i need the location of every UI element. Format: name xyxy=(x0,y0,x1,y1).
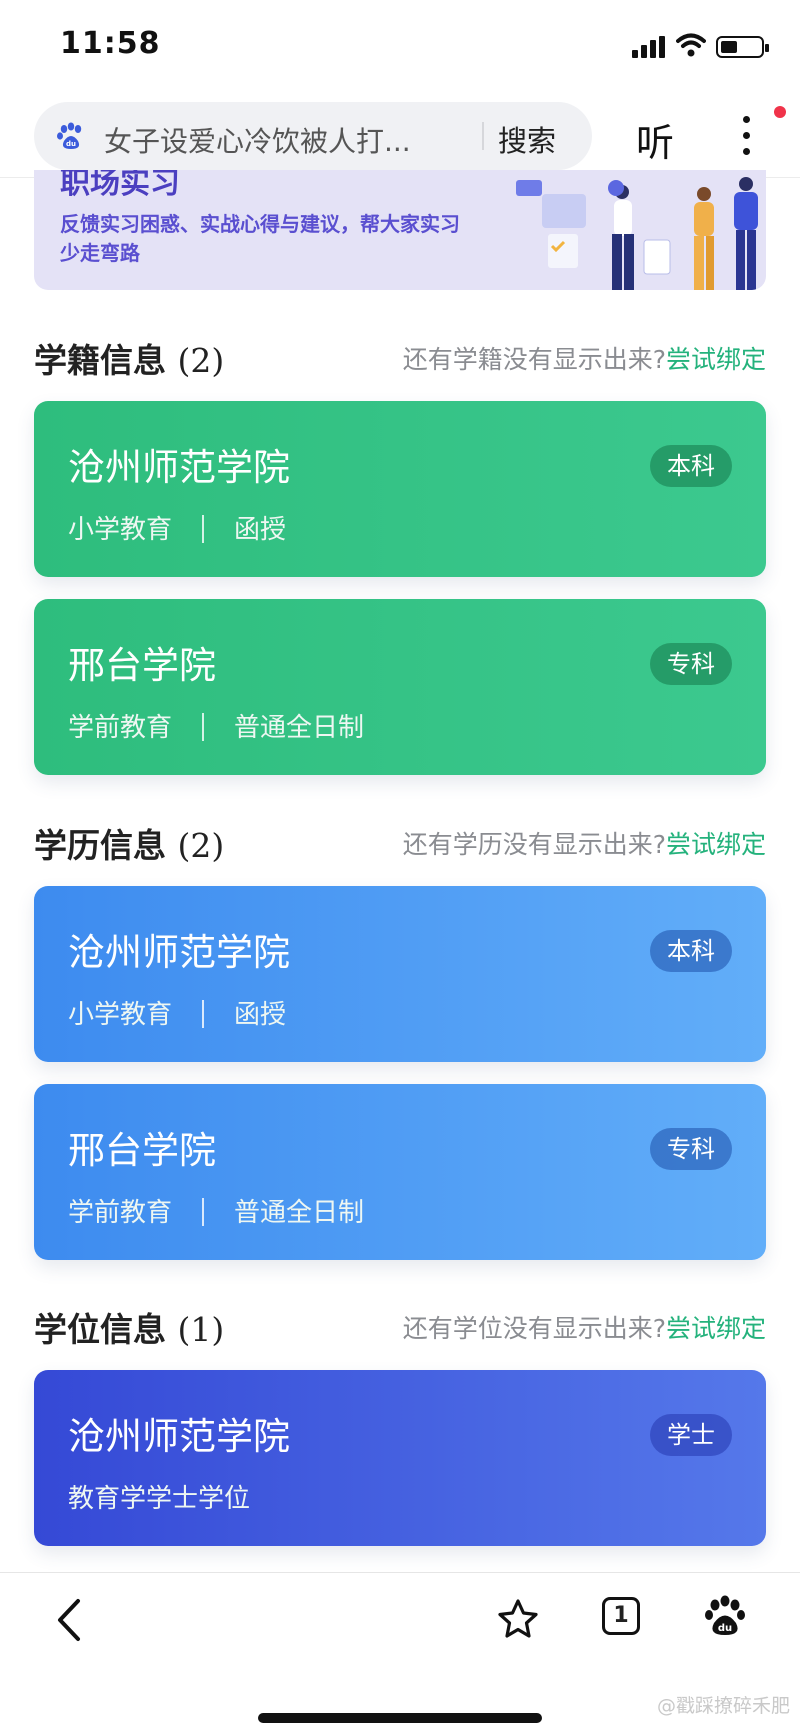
card-details: 小学教育 函授 xyxy=(68,515,287,545)
promo-banner[interactable]: 职场实习 反馈实习困惑、实战心得与建议，帮大家实习少走弯路 xyxy=(34,170,766,290)
degree-card[interactable]: 沧州师范学院 教育学学士学位 学士 xyxy=(34,1370,766,1546)
section-enrollment-header: 学籍信息 (2) 还有学籍没有显示出来?尝试绑定 xyxy=(34,330,766,380)
school-name: 沧州师范学院 xyxy=(68,446,290,489)
search-divider xyxy=(482,122,484,150)
level-badge: 专科 xyxy=(650,1128,732,1170)
degree-badge: 学士 xyxy=(650,1414,732,1456)
card-details: 学前教育 普通全日制 xyxy=(68,1198,365,1228)
school-name: 沧州师范学院 xyxy=(68,1415,290,1458)
section-education-header: 学历信息 (2) 还有学历没有显示出来?尝试绑定 xyxy=(34,815,766,865)
status-bar: 11:58 xyxy=(0,0,800,96)
enrollment-card[interactable]: 沧州师范学院 小学教育 函授 本科 xyxy=(34,401,766,577)
section-hint: 还有学历没有显示出来?尝试绑定 xyxy=(402,830,766,859)
card-details: 学前教育 普通全日制 xyxy=(68,713,365,743)
tabs-button[interactable]: 1 xyxy=(602,1597,640,1635)
listen-button[interactable]: 听 xyxy=(636,112,674,167)
wifi-icon xyxy=(676,33,706,57)
baidu-home-icon[interactable]: du xyxy=(704,1595,746,1639)
bottom-nav: 1 du @戳踩撩碎禾肥 xyxy=(0,1572,800,1731)
status-time: 11:58 xyxy=(60,26,161,61)
try-bind-link[interactable]: 尝试绑定 xyxy=(666,345,766,374)
section-hint: 还有学位没有显示出来?尝试绑定 xyxy=(402,1314,766,1343)
svg-text:du: du xyxy=(718,1623,732,1634)
banner-title: 职场实习 xyxy=(60,170,180,201)
banner-description: 反馈实习困惑、实战心得与建议，帮大家实习少走弯路 xyxy=(60,212,460,265)
section-hint: 还有学籍没有显示出来?尝试绑定 xyxy=(402,345,766,374)
level-badge: 本科 xyxy=(650,445,732,487)
education-card[interactable]: 邢台学院 学前教育 普通全日制 专科 xyxy=(34,1084,766,1260)
search-box[interactable]: du 女子设爱心冷饮被人打... 搜索 xyxy=(34,102,592,170)
section-degree-header: 学位信息 (1) 还有学位没有显示出来?尝试绑定 xyxy=(34,1299,766,1349)
svg-text:du: du xyxy=(66,140,76,148)
browser-toolbar: du 女子设爱心冷饮被人打... 搜索 听 xyxy=(0,96,800,178)
section-title: 学籍信息 (2) xyxy=(34,341,225,380)
home-indicator xyxy=(258,1713,542,1723)
enrollment-card[interactable]: 邢台学院 学前教育 普通全日制 专科 xyxy=(34,599,766,775)
search-button[interactable]: 搜索 xyxy=(498,118,556,160)
back-icon[interactable] xyxy=(50,1595,90,1645)
battery-icon xyxy=(716,36,769,58)
degree-name: 教育学学士学位 xyxy=(68,1484,251,1514)
level-badge: 专科 xyxy=(650,643,732,685)
more-menu-icon[interactable] xyxy=(736,114,756,158)
signal-icon xyxy=(632,36,666,58)
education-card[interactable]: 沧州师范学院 小学教育 函授 本科 xyxy=(34,886,766,1062)
search-input[interactable]: 女子设爱心冷饮被人打... xyxy=(104,120,464,160)
school-name: 邢台学院 xyxy=(68,644,216,687)
section-title: 学历信息 (2) xyxy=(34,826,225,865)
watermark: @戳踩撩碎禾肥 xyxy=(656,1695,790,1717)
section-title: 学位信息 (1) xyxy=(34,1310,225,1349)
star-icon[interactable] xyxy=(496,1597,540,1641)
try-bind-link[interactable]: 尝试绑定 xyxy=(666,1314,766,1343)
level-badge: 本科 xyxy=(650,930,732,972)
school-name: 邢台学院 xyxy=(68,1129,216,1172)
notification-dot xyxy=(774,106,786,118)
banner-illustration xyxy=(516,177,758,290)
baidu-paw-icon: du xyxy=(57,122,82,149)
card-details: 小学教育 函授 xyxy=(68,1000,287,1030)
try-bind-link[interactable]: 尝试绑定 xyxy=(666,830,766,859)
school-name: 沧州师范学院 xyxy=(68,931,290,974)
